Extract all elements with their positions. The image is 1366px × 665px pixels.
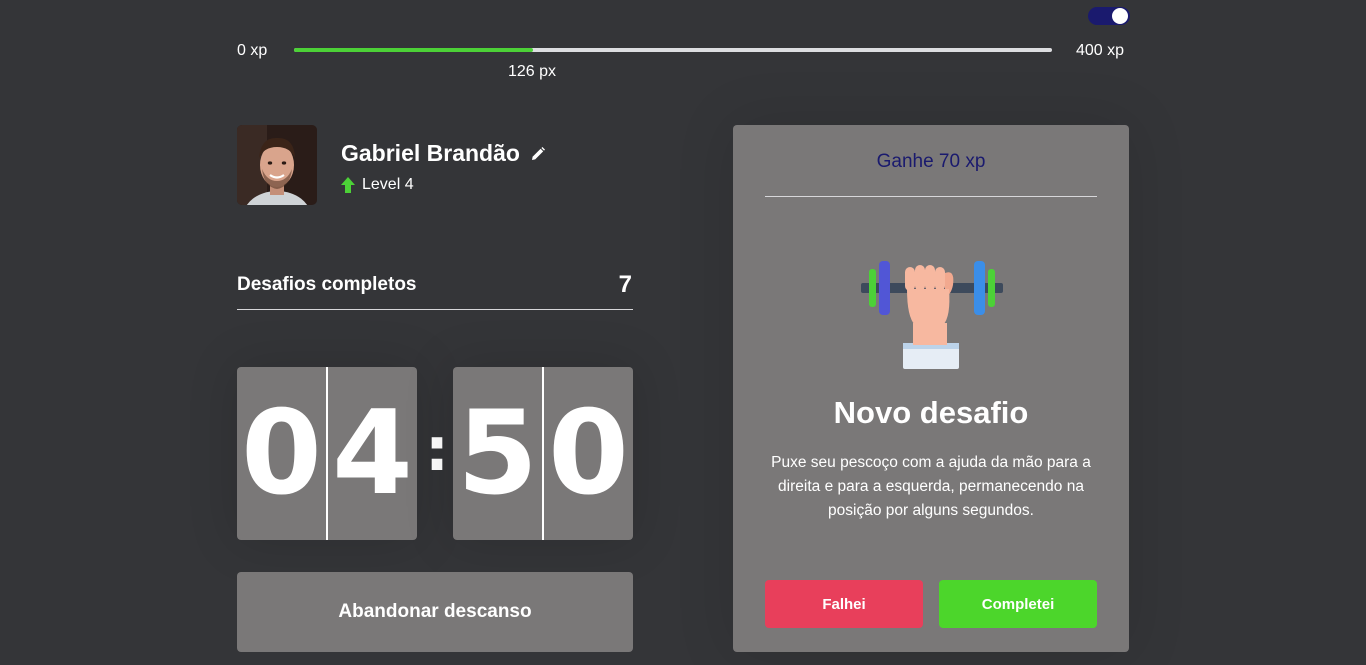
challenge-description: Puxe seu pescoço com a ajuda da mão para… [771,454,1091,519]
level-up-arrow-icon [341,177,355,193]
countdown-minutes: 0 4 [237,367,417,540]
dumbbell-hand-icon [861,261,1003,369]
countdown-seconds: 5 0 [453,367,633,540]
level-label: Level 4 [362,176,414,193]
challenge-title: Novo desafio [833,395,1029,430]
xp-progress-fill [294,48,533,52]
app-page: 0 xp 126 px 400 xp Gabriel Brandão Level… [0,0,1366,665]
completed-button[interactable]: Completei [939,580,1097,628]
abandon-rest-button[interactable]: Abandonar descanso [237,572,633,652]
completed-challenges: Desafios completos 7 [237,260,633,310]
countdown-digit: 4 [332,386,413,521]
xp-min-label: 0 xp [237,42,268,59]
xp-current-label: 126 px [508,63,557,80]
profile-name: Gabriel Brandão [341,140,546,167]
xp-progress-bar [294,48,1052,52]
challenge-xp-reward: Ganhe 70 xp [765,125,1097,197]
challenge-card: Ganhe 70 xp Novo desafio Puxe seu pescoç… [733,125,1129,652]
failed-button[interactable]: Falhei [765,580,923,628]
countdown-digit: 0 [548,386,629,521]
countdown-separator: : [425,415,449,485]
countdown-digit: 5 [453,367,544,540]
theme-toggle[interactable] [1088,7,1130,25]
pencil-edit-icon[interactable] [530,146,546,162]
level-indicator: Level 4 [341,176,414,194]
countdown-digit: 0 [237,367,328,540]
toggle-knob [1112,8,1128,24]
completed-label: Desafios completos [237,273,417,295]
avatar-photo [237,125,317,205]
completed-count: 7 [618,270,632,298]
profile-name-text: Gabriel Brandão [341,140,520,166]
xp-max-label: 400 xp [1076,42,1125,59]
avatar [237,125,317,205]
